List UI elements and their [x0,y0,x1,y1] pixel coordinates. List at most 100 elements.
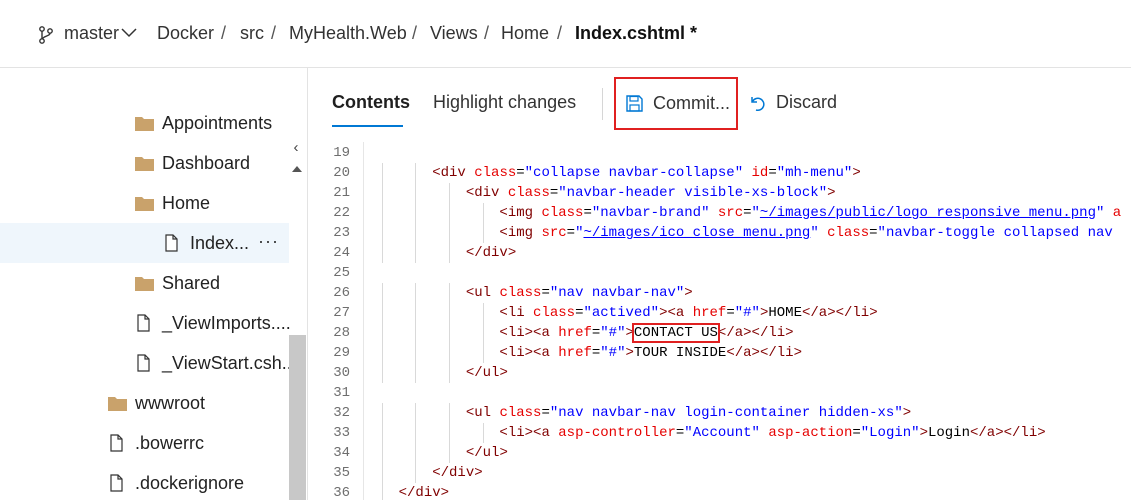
chevron-down-icon[interactable] [121,28,137,38]
sidebar-scrollbar-thumb[interactable] [289,335,306,500]
code-line[interactable]: 21 <div class="navbar-header visible-xs-… [308,183,1131,203]
code-text: <li><a asp-controller="Account" asp-acti… [499,425,1046,441]
breadcrumb-item-myhealth-web[interactable]: MyHealth.Web [289,23,407,44]
code-editor[interactable]: 19 20 <div class="collapse navbar-collaps… [308,142,1131,500]
tree-item-label: Dashboard [162,152,251,173]
tree-folder-home[interactable]: Home [0,183,289,223]
tree-file-index-cshtml[interactable]: Index... ··· [0,223,289,263]
discard-button-label: Discard [776,92,838,112]
tree-folder-wwwroot[interactable]: wwwroot [0,383,289,423]
breadcrumb-separator: / [557,23,563,43]
tree-item-label: .dockerignore [135,472,245,493]
breadcrumb-separator: / [412,23,418,43]
tree-folder-appointments[interactable]: Appointments [0,103,289,143]
tree-item-label: _ViewImports.... [162,312,291,333]
tree-item-label: wwwroot [135,392,206,413]
code-line[interactable]: 34 </ul> [308,443,1131,463]
code-text: <li><a href="#">CONTACT US</a></li> [499,323,794,343]
tree-folder-dashboard[interactable]: Dashboard [0,143,289,183]
code-line[interactable]: 20 <div class="collapse navbar-collapse"… [308,163,1131,183]
more-options-icon[interactable]: ··· [258,231,279,252]
code-line[interactable]: 28 <li><a href="#">CONTACT US</a></li> [308,323,1131,343]
tree-item-label: Shared [162,272,221,293]
code-text: <div class="navbar-header visible-xs-blo… [465,185,836,201]
code-line[interactable]: 29 <li><a href="#">TOUR INSIDE</a></li> [308,343,1131,363]
breadcrumb-item-views[interactable]: Views [430,23,478,44]
breadcrumb-item-home[interactable]: Home [501,23,549,44]
code-line[interactable]: 36 </div> [308,483,1131,500]
discard-button[interactable]: Discard [748,92,837,113]
tree-folder-shared[interactable]: Shared [0,263,289,303]
tab-contents[interactable]: Contents [332,92,410,113]
folder-icon [135,276,154,291]
line-number: 36 [333,485,350,500]
file-tree: ‹ Appointments Dashboard Home Index... ·… [0,68,308,500]
breadcrumb-item-docker[interactable]: Docker [157,23,214,44]
code-line[interactable]: 27 <li class="actived"><a href="#">HOME<… [308,303,1131,323]
line-number: 28 [333,325,350,341]
code-text: </div> [432,465,483,481]
save-icon [626,95,643,112]
breadcrumb-separator: / [271,23,277,43]
code-line[interactable]: 35 </div> [308,463,1131,483]
line-number: 23 [333,225,350,241]
breadcrumb-separator: / [484,23,490,43]
tree-item-label: .bowerrc [135,432,205,453]
line-number: 34 [333,445,350,461]
undo-icon [751,96,765,111]
line-number: 32 [333,405,350,421]
file-icon [110,434,123,452]
line-number: 21 [333,185,350,201]
branch-icon [39,26,53,44]
branch-selector[interactable]: master [64,23,119,44]
folder-icon [135,196,154,211]
line-number: 20 [333,165,350,181]
tree-item-label: Home [162,192,211,213]
code-line[interactable]: 22 <img class="navbar-brand" src="~/imag… [308,203,1131,223]
commit-button[interactable]: Commit... [614,77,738,130]
folder-icon [135,156,154,171]
code-line[interactable]: 32 <ul class="nav navbar-nav login-conta… [308,403,1131,423]
scroll-up-arrow-icon[interactable] [292,166,302,172]
code-text: <ul class="nav navbar-nav login-containe… [465,405,912,421]
tree-item-label: Index... [190,232,250,253]
code-text: </ul> [465,365,508,381]
line-number: 19 [333,145,350,161]
code-line[interactable]: 24 </div> [308,243,1131,263]
code-text: <img class="navbar-brand" src="~/images/… [499,205,1122,221]
line-number: 29 [333,345,350,361]
tree-file-viewimports[interactable]: _ViewImports.... [0,303,291,343]
code-line[interactable]: 30 </ul> [308,363,1131,383]
tree-item-label: _ViewStart.csh... [162,352,297,373]
code-line[interactable]: 19 [308,143,1131,163]
line-number: 22 [333,205,350,221]
folder-icon [108,396,127,411]
highlighted-text: CONTACT US [631,323,720,343]
code-line[interactable]: 25 [308,263,1131,283]
breadcrumb-item-src[interactable]: src [240,23,264,44]
file-icon [137,354,150,372]
line-number: 27 [333,305,350,321]
code-line[interactable]: 23 <img src="~/images/ico_close_menu.png… [308,223,1131,243]
collapse-sidebar-button[interactable]: ‹ [288,140,304,156]
code-line[interactable]: 31 [308,383,1131,403]
tree-file-viewstart[interactable]: _ViewStart.csh... [0,343,297,383]
line-number: 26 [333,285,350,301]
editor-toolbar: Contents Highlight changes Commit... Dis… [308,68,1131,142]
line-number: 24 [333,245,350,261]
line-number: 25 [333,265,350,281]
code-text: <img src="~/images/ico_close_menu.png" c… [499,225,1113,241]
code-text: </div> [465,245,517,261]
breadcrumb-current-file: Index.cshtml * [575,23,698,43]
code-line[interactable]: 26 <ul class="nav navbar-nav"> [308,283,1131,303]
code-text: <li><a href="#">TOUR INSIDE</a></li> [499,345,802,361]
tab-highlight-changes[interactable]: Highlight changes [433,92,576,113]
code-line[interactable]: 33 <li><a asp-controller="Account" asp-a… [308,423,1131,443]
code-text: <div class="collapse navbar-collapse" id… [432,165,861,181]
tree-file-bowerrc[interactable]: .bowerrc [0,423,289,463]
tree-file-dockerignore[interactable]: .dockerignore [0,463,289,503]
line-number: 31 [333,385,350,401]
line-number: 35 [333,465,350,481]
tree-item-label: Appointments [162,112,273,133]
line-number: 30 [333,365,350,381]
